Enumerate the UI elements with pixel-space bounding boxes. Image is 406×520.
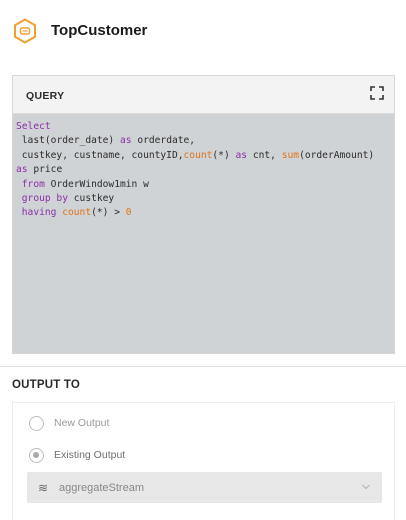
query-editor[interactable]: Select last(order_date) as orderdate, cu… <box>16 120 390 221</box>
header: TopCustomer <box>0 0 406 62</box>
chevron-down-icon[interactable] <box>362 484 370 490</box>
code-text: last <box>16 135 45 147</box>
code-line: as price <box>16 163 390 177</box>
code-line: group by custkey <box>16 192 390 206</box>
code-function: count <box>62 207 92 219</box>
radio-label: Existing Output <box>54 449 126 461</box>
radio-label: New Output <box>54 417 110 429</box>
radio-existing-output[interactable]: Existing Output <box>29 446 125 464</box>
page-title: TopCustomer <box>51 22 148 39</box>
select-value: aggregateStream <box>59 481 144 494</box>
code-keyword: group by <box>21 193 68 205</box>
code-keyword: from <box>21 178 45 190</box>
query-panel: QUERY Select last(order_date) as orderda… <box>12 75 395 354</box>
code-text: OrderWindow1min w <box>44 178 149 190</box>
code-text: (*) > <box>91 207 126 219</box>
code-text: orderdate, <box>131 135 196 147</box>
code-keyword: as <box>235 149 248 161</box>
code-text: cnt, <box>247 149 282 161</box>
code-text: price <box>27 164 63 176</box>
output-stream-select[interactable]: ≋ aggregateStream <box>27 472 382 503</box>
radio-button[interactable] <box>29 415 44 431</box>
stream-icon: ≋ <box>38 480 49 495</box>
code-keyword: as <box>119 135 132 147</box>
code-text: (orderAmount) <box>299 149 375 161</box>
radio-button[interactable] <box>29 447 44 463</box>
code-function: 0 <box>125 207 132 219</box>
query-panel-header: QUERY <box>13 76 394 114</box>
code-text: (order_date) <box>44 135 120 147</box>
code-function: count <box>183 149 213 161</box>
radio-new-output[interactable]: New Output <box>29 414 109 432</box>
hexagon-node-icon <box>14 18 36 44</box>
code-line: custkey, custname, countyID,count(*) as … <box>16 149 390 163</box>
code-text: custkey, custname, countyID, <box>16 149 184 161</box>
output-section-title: OUTPUT TO <box>12 379 81 391</box>
code-line: last(order_date) as orderdate, <box>16 134 390 148</box>
code-line: from OrderWindow1min w <box>16 178 390 192</box>
code-line: having count(*) > 0 <box>16 206 390 220</box>
output-options-panel: New Output Existing Output ≋ aggregateSt… <box>12 402 395 520</box>
code-keyword: Select <box>16 121 51 132</box>
section-divider <box>0 366 406 367</box>
code-text: (*) <box>212 149 236 161</box>
query-label: QUERY <box>26 90 65 102</box>
code-function: sum <box>281 149 300 161</box>
code-line: Select <box>16 120 390 134</box>
code-keyword: having <box>21 207 57 219</box>
code-text: custkey <box>68 193 115 205</box>
fullscreen-icon[interactable] <box>370 86 384 100</box>
code-keyword: as <box>16 164 28 176</box>
